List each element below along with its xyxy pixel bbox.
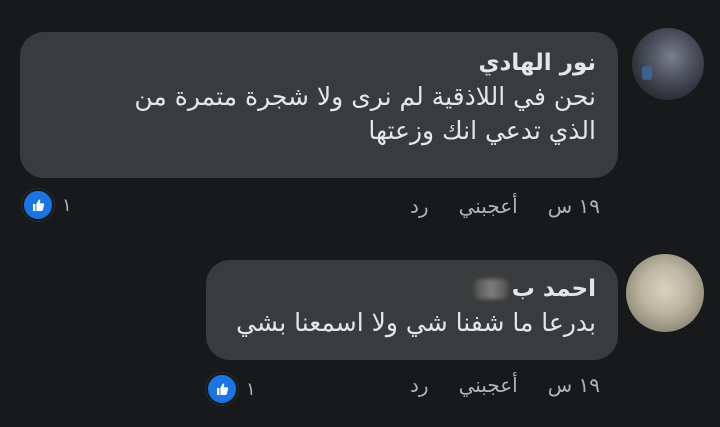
reaction-count: ١ <box>62 194 72 216</box>
thumbs-up-icon <box>22 189 54 221</box>
reaction-summary[interactable]: ١ <box>22 189 72 221</box>
comment-time[interactable]: ١٩ س <box>548 194 600 218</box>
comment-author[interactable]: احمد ب <box>228 274 596 304</box>
avatar[interactable] <box>626 254 704 332</box>
comment-text: نحن في اللاذقية لم نرى ولا شجرة متمرة من… <box>42 80 596 148</box>
comment-author[interactable]: نور الهادي <box>42 48 596 78</box>
blurred-name-part <box>473 279 508 299</box>
reply-button[interactable]: رد <box>410 194 429 218</box>
like-button[interactable]: أعجبني <box>459 194 518 218</box>
reaction-summary[interactable]: ١ <box>206 373 256 405</box>
avatar[interactable] <box>632 28 704 100</box>
reply-button[interactable]: رد <box>410 373 429 397</box>
reaction-count: ١ <box>246 378 256 400</box>
comment-time[interactable]: ١٩ س <box>548 373 600 397</box>
thumbs-up-icon <box>206 373 238 405</box>
comment-text: بدرعا ما شفنا شي ولا اسمعنا بشي <box>236 308 596 337</box>
avatar-detail <box>642 66 652 80</box>
comment-actions: ١٩ س أعجبني رد <box>410 194 600 218</box>
like-button[interactable]: أعجبني <box>459 373 518 397</box>
comment-bubble: احمد ب بدرعا ما شفنا شي ولا اسمعنا بشي <box>206 260 618 360</box>
comment-text-line: نحن في اللاذقية لم نرى ولا شجرة متمرة من <box>134 82 596 111</box>
comment-author-name: احمد ب <box>511 276 596 302</box>
comment-text-line: الذي تدعي انك وزعتها <box>368 116 596 145</box>
comment-bubble: نور الهادي نحن في اللاذقية لم نرى ولا شج… <box>20 32 618 178</box>
comment-actions: ١٩ س أعجبني رد <box>410 373 600 397</box>
